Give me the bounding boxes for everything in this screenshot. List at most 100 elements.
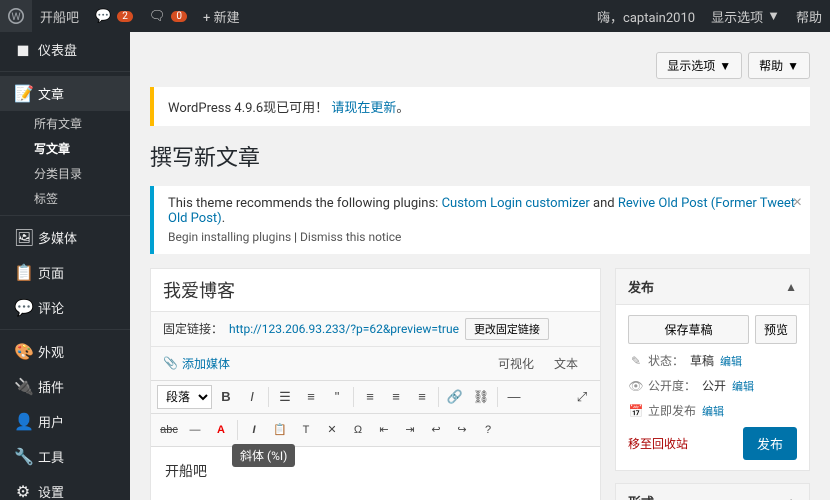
outdent-btn[interactable]: ⇤: [372, 418, 396, 442]
sidebar-item-dashboard[interactable]: ◼ 仪表盘: [0, 32, 130, 67]
align-right-btn[interactable]: ≡: [410, 385, 434, 409]
plugin-notice: × This theme recommends the following pl…: [150, 186, 810, 254]
sidebar-item-pages[interactable]: 📋 页面: [0, 255, 130, 290]
align-center-btn[interactable]: ≡: [384, 385, 408, 409]
update-notice: WordPress 4.9.6现已可用！ 请现在更新。: [150, 87, 810, 126]
undo-btn[interactable]: ↩: [424, 418, 448, 442]
toolbar-sep-2: [353, 387, 354, 407]
sidebar-item-settings[interactable]: ⚙ 设置: [0, 474, 130, 500]
sidebar-item-tools[interactable]: 🔧 工具: [0, 439, 130, 474]
format-panel-toggle[interactable]: ▲: [785, 495, 797, 500]
editor-toolbar-row1: 段落 B I ☰ ≡ " ≡ ≡ ≡ 🔗 ⛓ — ⤢: [151, 381, 600, 414]
wp-logo[interactable]: W: [0, 0, 32, 32]
add-media-btn[interactable]: 📎 添加媒体: [163, 347, 230, 380]
format-panel: 形式 ▲ ✦ 标准 ☰ 日志 🖼: [615, 483, 810, 500]
text-color-btn[interactable]: A: [209, 418, 233, 442]
site-name[interactable]: 开船吧: [32, 0, 87, 32]
dashboard-icon: ◼: [14, 40, 32, 59]
publish-panel: 发布 ▲ 保存草稿 预览 ✎ 状态： 草稿 编辑 👁: [615, 268, 810, 471]
publish-panel-header: 发布 ▲: [616, 269, 809, 305]
sidebar-item-plugins[interactable]: 🔌 插件: [0, 369, 130, 404]
italic-toolbar2-btn[interactable]: I: [242, 418, 266, 442]
post-editor: 固定链接： http://123.206.93.233/?p=62&previe…: [150, 268, 601, 500]
comment-icon[interactable]: 🗨 0: [141, 0, 195, 32]
indent-btn[interactable]: ⇥: [398, 418, 422, 442]
tab-visual[interactable]: 可视化: [488, 349, 544, 378]
save-draft-btn[interactable]: 保存草稿: [628, 315, 749, 344]
format-select[interactable]: 段落: [157, 385, 212, 409]
dismiss-notice-link[interactable]: Dismiss this notice: [300, 230, 401, 244]
sidebar-item-comments[interactable]: 💬 评论: [0, 290, 130, 325]
sidebar-item-appearance[interactable]: 🎨 外观: [0, 334, 130, 369]
toolbar-sep-3: [438, 387, 439, 407]
sidebar-sub-write-post[interactable]: 写文章: [0, 136, 130, 161]
clear-format-btn[interactable]: ✕: [320, 418, 344, 442]
comments-count[interactable]: 💬 2: [87, 0, 141, 32]
sidebar-item-users[interactable]: 👤 用户: [0, 404, 130, 439]
editor-toolbar-row2: abc — A I 斜体 (%I) 📋 T ✕ Ω ⇤ ⇥ ↩ ↪ ?: [151, 414, 600, 447]
visibility-edit-link[interactable]: 编辑: [732, 378, 754, 394]
more-btn[interactable]: —: [502, 385, 526, 409]
howdy-text: 嗨，captain2010: [589, 0, 703, 32]
paste-btn[interactable]: 📋: [268, 418, 292, 442]
link-btn[interactable]: 🔗: [443, 385, 467, 409]
ol-btn[interactable]: ≡: [299, 385, 323, 409]
sidebar-item-posts[interactable]: 📝 文章: [0, 76, 130, 111]
help-btn-editor[interactable]: ?: [476, 418, 500, 442]
post-title-bar: [151, 269, 600, 312]
menu-separator-3: [0, 329, 130, 330]
chevron-down-icon-2: ▼: [787, 59, 799, 73]
hr-btn[interactable]: —: [183, 418, 207, 442]
tab-text[interactable]: 文本: [544, 349, 588, 378]
preview-btn[interactable]: 预览: [755, 315, 797, 344]
publish-date-edit-link[interactable]: 编辑: [702, 403, 724, 419]
trash-link[interactable]: 移至回收站: [628, 435, 688, 452]
publish-date-row: 📅 立即发布 编辑: [628, 402, 797, 419]
settings-icon: ⚙: [14, 482, 32, 500]
admin-bar: W 开船吧 💬 2 🗨 0 + 新建 嗨，captain2010 显示选项 ▼ …: [0, 0, 830, 32]
sidebar-sub-all-posts[interactable]: 所有文章: [0, 111, 130, 136]
blockquote-btn[interactable]: ": [325, 385, 349, 409]
sidebar-sub-categories[interactable]: 分类目录: [0, 161, 130, 186]
add-media-icon: 📎: [163, 356, 178, 370]
italic-btn[interactable]: I: [240, 385, 264, 409]
unlink-btn[interactable]: ⛓: [469, 385, 493, 409]
plugin1-link[interactable]: Custom Login customizer: [442, 196, 590, 211]
install-plugins-link[interactable]: Begin installing plugins: [168, 230, 291, 244]
main-content: 显示选项 ▼ 帮助 ▼ WordPress 4.9.6现已可用！ 请现在更新。 …: [130, 32, 830, 500]
update-link[interactable]: 请现在更新: [331, 101, 396, 116]
ul-btn[interactable]: ☰: [273, 385, 297, 409]
sidebar-sub-tags[interactable]: 标签: [0, 186, 130, 211]
paste-plain-btn[interactable]: T: [294, 418, 318, 442]
status-icon: ✎: [628, 354, 644, 368]
screen-options-dropdown[interactable]: 显示选项 ▼: [656, 52, 742, 79]
pages-icon: 📋: [14, 263, 32, 282]
help-btn[interactable]: 帮助: [788, 0, 830, 32]
help-dropdown[interactable]: 帮助 ▼: [748, 52, 810, 79]
page-title: 撰写新文章: [150, 140, 810, 172]
new-item-btn[interactable]: + 新建: [195, 0, 248, 32]
italic-tooltip: 斜体 (%I): [232, 444, 295, 467]
editor-body[interactable]: 开船吧: [151, 447, 600, 500]
strikethrough-btn[interactable]: abc: [157, 418, 181, 442]
status-edit-link[interactable]: 编辑: [720, 353, 742, 369]
change-permalink-btn[interactable]: 更改固定链接: [465, 318, 549, 340]
align-left-btn[interactable]: ≡: [358, 385, 382, 409]
sidebar-item-media[interactable]: 🖼 多媒体: [0, 220, 130, 255]
fullscreen-btn[interactable]: ⤢: [570, 385, 594, 409]
menu-separator-1: [0, 71, 130, 72]
comments-icon: 💬: [14, 298, 32, 317]
permalink-url-link[interactable]: http://123.206.93.233/?p=62&preview=true: [229, 322, 459, 336]
special-chars-btn[interactable]: Ω: [346, 418, 370, 442]
calendar-icon: 📅: [628, 404, 644, 418]
users-icon: 👤: [14, 412, 32, 431]
publish-btn[interactable]: 发布: [743, 427, 797, 460]
screen-options-btn[interactable]: 显示选项 ▼: [703, 0, 788, 32]
status-row: ✎ 状态： 草稿 编辑: [628, 352, 797, 369]
redo-btn[interactable]: ↪: [450, 418, 474, 442]
bold-btn[interactable]: B: [214, 385, 238, 409]
dismiss-notice-close-btn[interactable]: ×: [793, 194, 802, 212]
post-title-input[interactable]: [163, 279, 588, 300]
publish-panel-toggle[interactable]: ▲: [785, 280, 797, 294]
visibility-icon: 👁: [628, 379, 644, 393]
